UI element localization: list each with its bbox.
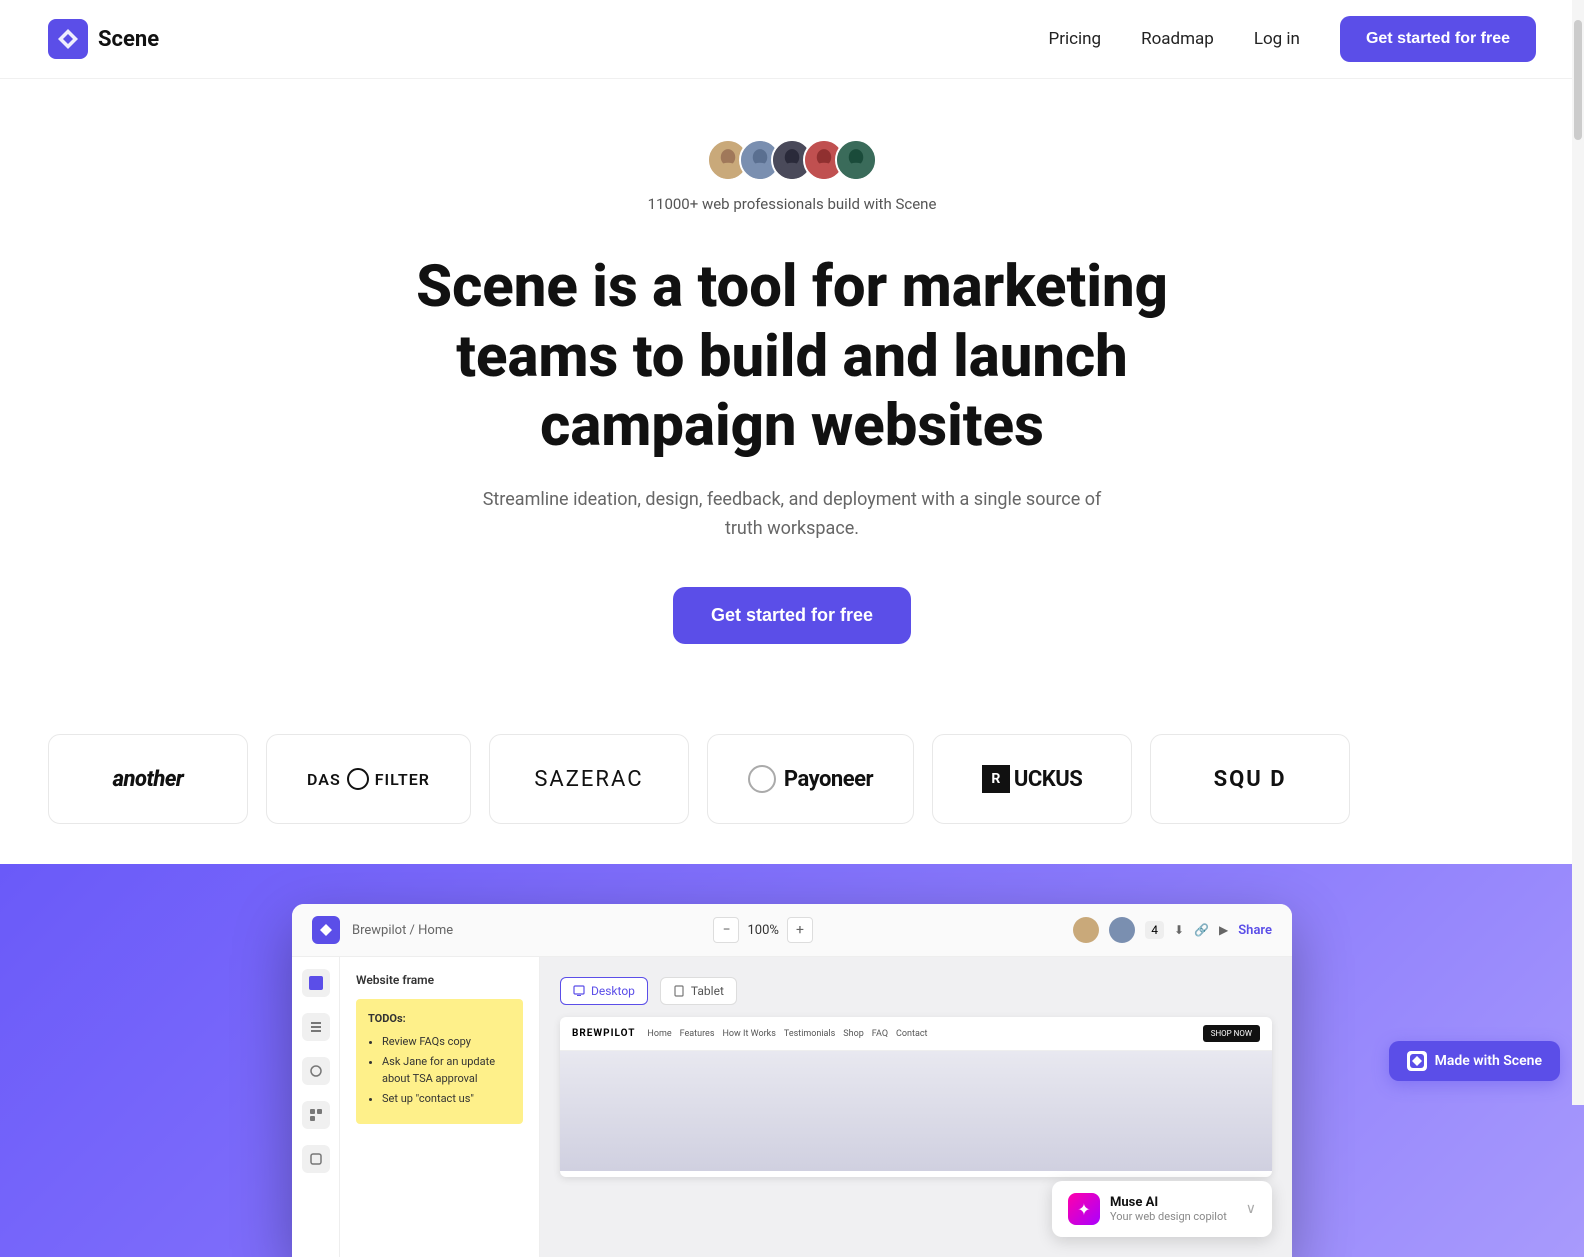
sidebar-assets-icon[interactable] xyxy=(302,1101,330,1129)
tab-desktop-label: Desktop xyxy=(591,984,635,998)
payoneer-circle-icon xyxy=(748,765,776,793)
site-link-features: Features xyxy=(680,1029,715,1039)
site-hero-area xyxy=(560,1051,1272,1171)
site-link-testimonials: Testimonials xyxy=(784,1029,835,1039)
app-toolbar: Brewpilot / Home − 100% + 4 ⬇ 🔗 ▶ Share xyxy=(292,904,1292,957)
logo-card-another: another xyxy=(48,734,248,824)
site-link-faq: FAQ xyxy=(872,1029,888,1039)
logo-payoneer-text: Payoneer xyxy=(784,767,873,792)
logo-ruckus-area: R UCKUS xyxy=(982,765,1082,793)
navbar: Scene Pricing Roadmap Log in Get started… xyxy=(0,0,1584,79)
download-icon[interactable]: ⬇ xyxy=(1174,923,1184,937)
todo-item-1: Review FAQs copy xyxy=(382,1034,511,1051)
tab-tablet[interactable]: Tablet xyxy=(660,977,737,1005)
nav-pricing[interactable]: Pricing xyxy=(1049,29,1102,49)
logo-sazerac-text: SAZERAC xyxy=(534,767,643,792)
sidebar-components-icon[interactable] xyxy=(302,1057,330,1085)
zoom-plus-button[interactable]: + xyxy=(787,917,813,943)
nav-roadmap[interactable]: Roadmap xyxy=(1141,29,1214,49)
logo-text: Scene xyxy=(98,27,159,52)
logo-das-filter-text: DAS FILTER xyxy=(307,768,430,790)
app-window: Brewpilot / Home − 100% + 4 ⬇ 🔗 ▶ Share xyxy=(292,904,1292,1257)
hero-title: Scene is a tool for marketing teams to b… xyxy=(342,253,1242,462)
site-nav: BREWPILOT Home Features How It Works Tes… xyxy=(560,1017,1272,1051)
logo-payoneer-area: Payoneer xyxy=(748,765,873,793)
share-button[interactable]: Share xyxy=(1238,923,1272,938)
app-logo-icon xyxy=(312,916,340,944)
social-proof-text: 11000+ web professionals build with Scen… xyxy=(648,195,937,213)
hero-section: 11000+ web professionals build with Scen… xyxy=(0,79,1584,734)
made-with-label: Made with Scene xyxy=(1435,1053,1542,1069)
website-preview: BREWPILOT Home Features How It Works Tes… xyxy=(560,1017,1272,1177)
tab-tablet-label: Tablet xyxy=(691,984,724,998)
canvas-area: Desktop Tablet BREWPILOT Home xyxy=(540,957,1292,1257)
site-links: Home Features How It Works Testimonials … xyxy=(647,1029,1190,1039)
panel-title: Website frame xyxy=(356,973,523,987)
nav-login[interactable]: Log in xyxy=(1254,29,1300,49)
sticky-note: TODOs: Review FAQs copy Ask Jane for an … xyxy=(356,999,523,1124)
muse-ai-text: Muse AI Your web design copilot xyxy=(1110,1195,1227,1223)
site-link-shop: Shop xyxy=(843,1029,864,1039)
sidebar-home-icon[interactable] xyxy=(302,969,330,997)
zoom-minus-button[interactable]: − xyxy=(713,917,739,943)
muse-ai-panel[interactable]: ✦ Muse AI Your web design copilot ∨ xyxy=(1052,1181,1272,1237)
logo-squd-text: SQU D xyxy=(1214,767,1287,792)
scrollbar-track xyxy=(1572,0,1584,1105)
logo-card-ruckus: R UCKUS xyxy=(932,734,1132,824)
app-preview-section: Brewpilot / Home − 100% + 4 ⬇ 🔗 ▶ Share xyxy=(0,864,1584,1257)
avatar-5 xyxy=(835,139,877,181)
shop-now-button[interactable]: SHOP NOW xyxy=(1203,1025,1260,1042)
nav-links: Pricing Roadmap Log in Get started for f… xyxy=(1049,16,1537,62)
logo-area: Scene xyxy=(48,19,159,59)
tab-desktop[interactable]: Desktop xyxy=(560,977,648,1005)
site-link-how: How It Works xyxy=(722,1029,775,1039)
sticky-note-list: Review FAQs copy Ask Jane for an update … xyxy=(368,1034,511,1108)
avatar-group xyxy=(707,139,877,181)
link-icon[interactable]: 🔗 xyxy=(1194,923,1209,937)
device-tabs: Desktop Tablet xyxy=(560,977,1272,1005)
collaborator-count: 4 xyxy=(1145,921,1164,939)
sidebar-notes-icon[interactable] xyxy=(302,1145,330,1173)
todo-item-3: Set up "contact us" xyxy=(382,1091,511,1108)
logo-card-das-filter: DAS FILTER xyxy=(266,734,471,824)
play-icon[interactable]: ▶ xyxy=(1219,923,1228,937)
made-with-icon xyxy=(1407,1051,1427,1071)
scrollbar-thumb[interactable] xyxy=(1574,20,1582,140)
scene-logo-icon xyxy=(48,19,88,59)
nav-cta-button[interactable]: Get started for free xyxy=(1340,16,1536,62)
hero-subtitle: Streamline ideation, design, feedback, a… xyxy=(482,486,1102,544)
app-breadcrumb: Brewpilot / Home xyxy=(352,923,453,938)
app-main: Website frame TODOs: Review FAQs copy As… xyxy=(340,957,1292,1257)
app-sidebar xyxy=(292,957,340,1257)
todo-item-2: Ask Jane for an update about TSA approva… xyxy=(382,1054,511,1087)
app-toolbar-left: Brewpilot / Home xyxy=(312,916,453,944)
site-logo: BREWPILOT xyxy=(572,1028,635,1039)
logo-card-sazerac: SAZERAC xyxy=(489,734,689,824)
app-toolbar-right: 4 ⬇ 🔗 ▶ Share xyxy=(1073,917,1272,943)
das-filter-circle-icon xyxy=(347,768,369,790)
toolbar-avatar-1 xyxy=(1073,917,1099,943)
logo-ruckus-text: UCKUS xyxy=(1014,767,1082,792)
hero-cta-button[interactable]: Get started for free xyxy=(673,587,911,644)
ruckus-square-icon: R xyxy=(982,765,1010,793)
muse-chevron-icon: ∨ xyxy=(1246,1201,1256,1217)
made-with-badge[interactable]: Made with Scene xyxy=(1389,1041,1560,1081)
logo-card-squd: SQU D xyxy=(1150,734,1350,824)
muse-ai-icon: ✦ xyxy=(1068,1193,1100,1225)
logo-bar: another DAS FILTER SAZERAC Payoneer R UC… xyxy=(0,734,1584,824)
app-body: Website frame TODOs: Review FAQs copy As… xyxy=(292,957,1292,1257)
toolbar-avatar-2 xyxy=(1109,917,1135,943)
logo-another-text: another xyxy=(113,767,184,792)
logo-card-payoneer: Payoneer xyxy=(707,734,914,824)
muse-ai-title: Muse AI xyxy=(1110,1195,1227,1210)
sidebar-layers-icon[interactable] xyxy=(302,1013,330,1041)
zoom-level: 100% xyxy=(747,923,778,938)
sticky-note-title: TODOs: xyxy=(368,1011,511,1028)
site-link-contact: Contact xyxy=(896,1029,927,1039)
app-toolbar-center: − 100% + xyxy=(713,917,812,943)
muse-ai-subtitle: Your web design copilot xyxy=(1110,1210,1227,1223)
site-link-home: Home xyxy=(647,1029,671,1039)
left-panel: Website frame TODOs: Review FAQs copy As… xyxy=(340,957,540,1257)
